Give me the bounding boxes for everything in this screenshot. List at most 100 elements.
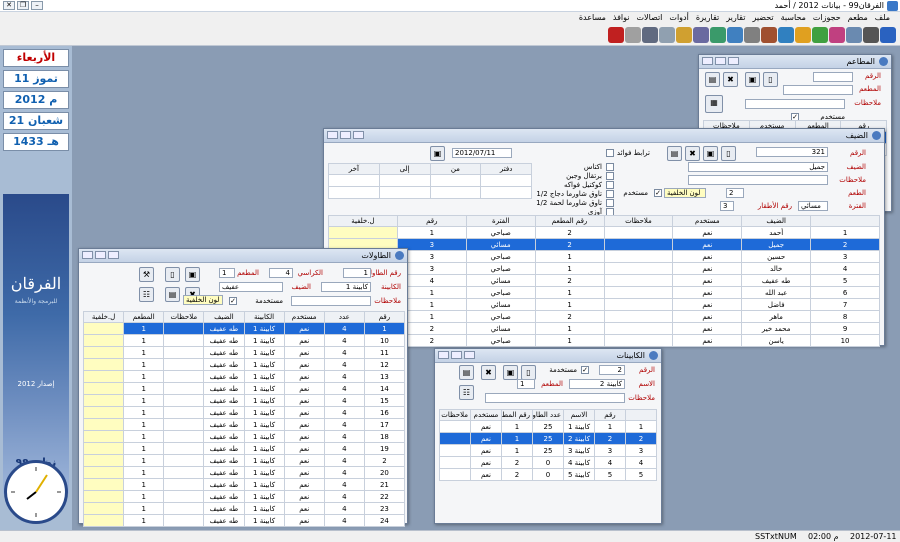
table-cell[interactable]: 1 xyxy=(625,420,657,433)
table-cell[interactable]: 1 xyxy=(534,322,605,335)
table-cell[interactable] xyxy=(603,286,674,299)
table-cell[interactable]: 3 xyxy=(810,250,880,263)
check-option-box[interactable] xyxy=(606,163,614,171)
table-cell[interactable] xyxy=(163,466,205,479)
column-header[interactable]: آخر xyxy=(328,163,380,175)
table-cell[interactable]: كابينة 5 xyxy=(563,468,595,481)
table-cell[interactable]: 1 xyxy=(123,406,165,419)
column-header[interactable]: الكابينة xyxy=(243,311,285,323)
menu-item[interactable]: ملف xyxy=(875,13,890,22)
table-cell[interactable] xyxy=(163,358,205,371)
table-cell[interactable]: صباحي xyxy=(465,262,536,275)
table-cell[interactable] xyxy=(82,358,125,371)
table-cell[interactable] xyxy=(82,418,125,431)
check-option-box[interactable] xyxy=(606,199,614,207)
table-cell[interactable]: صباحي xyxy=(465,334,536,347)
table-row[interactable]: 9 محمد خير نعم 1 مسائي 2 xyxy=(328,322,880,335)
table-cell[interactable]: نعم xyxy=(672,250,743,263)
column-header[interactable]: عدد xyxy=(323,311,365,323)
guest-field[interactable]: عفيف xyxy=(219,282,283,292)
table-cell[interactable]: 1 xyxy=(123,490,165,503)
table-cell[interactable] xyxy=(163,334,205,347)
table-cell[interactable]: نعم xyxy=(470,444,502,457)
table-cell[interactable]: نعم xyxy=(283,490,325,503)
table-cell[interactable]: 4 xyxy=(323,406,365,419)
table-cell[interactable]: 25 xyxy=(532,420,564,433)
table-cell[interactable]: 4 xyxy=(625,456,657,469)
save-icon[interactable]: ▣ xyxy=(503,365,518,380)
table-cell[interactable]: محمد خير xyxy=(741,322,812,335)
table-cell[interactable] xyxy=(82,514,125,527)
table-cell[interactable] xyxy=(163,370,205,383)
table-cell[interactable]: 10 xyxy=(810,334,880,347)
table-cell[interactable] xyxy=(328,174,380,187)
settings-icon[interactable] xyxy=(744,27,760,43)
table-row[interactable]: 17 4 نعم كابينة 1 طه عفيف 1 xyxy=(82,418,406,431)
table-row[interactable] xyxy=(328,186,532,199)
table-cell[interactable]: صباحي xyxy=(465,286,536,299)
table-cell[interactable] xyxy=(378,174,431,187)
table-cell[interactable]: نعم xyxy=(283,454,325,467)
table-cell[interactable] xyxy=(82,490,125,503)
table-cell[interactable] xyxy=(163,346,205,359)
table-row[interactable]: 16 4 نعم كابينة 1 طه عفيف 1 xyxy=(82,406,406,419)
used-checkbox[interactable]: ✓ xyxy=(654,189,662,197)
minimize-button[interactable] xyxy=(353,131,364,139)
table-cell[interactable]: طه عفيف xyxy=(203,466,245,479)
table-cell[interactable]: 4 xyxy=(594,456,626,469)
table-cell[interactable]: نعم xyxy=(672,226,743,239)
table-cell[interactable]: طه عفيف xyxy=(203,322,245,335)
table-cell[interactable]: 25 xyxy=(532,444,564,457)
table-cell[interactable]: 18 xyxy=(363,430,406,443)
table-cell[interactable]: نعم xyxy=(470,432,502,445)
table-cell[interactable] xyxy=(439,468,471,481)
table-cell[interactable] xyxy=(439,420,471,433)
column-header[interactable]: المطعم xyxy=(123,311,165,323)
menu-item[interactable]: نوافذ xyxy=(613,13,630,22)
table-cell[interactable]: جميل xyxy=(741,238,812,251)
table-cell[interactable]: 4 xyxy=(323,418,365,431)
close-button[interactable] xyxy=(438,351,449,359)
table-cell[interactable]: صباحي xyxy=(465,226,536,239)
table-cell[interactable] xyxy=(82,346,125,359)
power-icon[interactable] xyxy=(608,27,624,43)
table-row[interactable]: 7 فاضل نعم 1 مسائي 1 xyxy=(328,298,880,311)
table-cell[interactable]: 16 xyxy=(363,406,406,419)
table-cell[interactable] xyxy=(82,466,125,479)
table-cell[interactable]: 1 xyxy=(363,322,406,335)
table-cell[interactable]: 14 xyxy=(363,382,406,395)
menu-item[interactable]: حجوزات xyxy=(813,13,841,22)
database-icon[interactable] xyxy=(642,27,658,43)
table-row[interactable]: 12 4 نعم كابينة 1 طه عفيف 1 xyxy=(82,358,406,371)
table-cell[interactable] xyxy=(82,322,125,335)
table-cell[interactable]: 5 xyxy=(594,468,626,481)
table-cell[interactable]: كابينة 1 xyxy=(243,382,285,395)
table-cell[interactable] xyxy=(439,444,471,457)
table-cell[interactable]: طه عفيف xyxy=(203,358,245,371)
column-header[interactable] xyxy=(810,215,880,227)
table-cell[interactable]: كابينة 3 xyxy=(563,444,595,457)
column-header[interactable]: ل.خلفية xyxy=(82,311,125,323)
table-cell[interactable]: 8 xyxy=(810,310,880,323)
table-cell[interactable]: 21 xyxy=(363,478,406,491)
minimize-button[interactable] xyxy=(464,351,475,359)
table-cell[interactable]: 4 xyxy=(323,478,365,491)
maximize-button[interactable] xyxy=(451,351,462,359)
maximize-button[interactable] xyxy=(715,57,726,65)
table-cell[interactable] xyxy=(603,250,674,263)
table-row[interactable]: 24 4 نعم كابينة 1 طه عفيف 1 xyxy=(82,514,406,527)
table-cell[interactable]: فاضل xyxy=(741,298,812,311)
table-cell[interactable]: مسائي xyxy=(465,322,536,335)
menu-item[interactable]: تحضير xyxy=(752,13,773,22)
table-cell[interactable]: 25 xyxy=(532,432,564,445)
column-header[interactable]: رقم المطعم xyxy=(534,215,605,227)
table-row[interactable]: 19 4 نعم كابينة 1 طه عفيف 1 xyxy=(82,442,406,455)
date-field[interactable]: 2012/07/11 xyxy=(452,148,512,158)
table-row[interactable]: 2 4 نعم كابينة 1 طه عفيف 1 xyxy=(82,454,406,467)
table-row[interactable]: 4 4 كابينة 4 0 2 نعم xyxy=(439,456,657,469)
table-cell[interactable] xyxy=(163,394,205,407)
table-cell[interactable]: نعم xyxy=(470,420,502,433)
notes-icon[interactable] xyxy=(659,27,675,43)
column-header[interactable]: مستخدم xyxy=(672,215,743,227)
table-cell[interactable] xyxy=(163,454,205,467)
